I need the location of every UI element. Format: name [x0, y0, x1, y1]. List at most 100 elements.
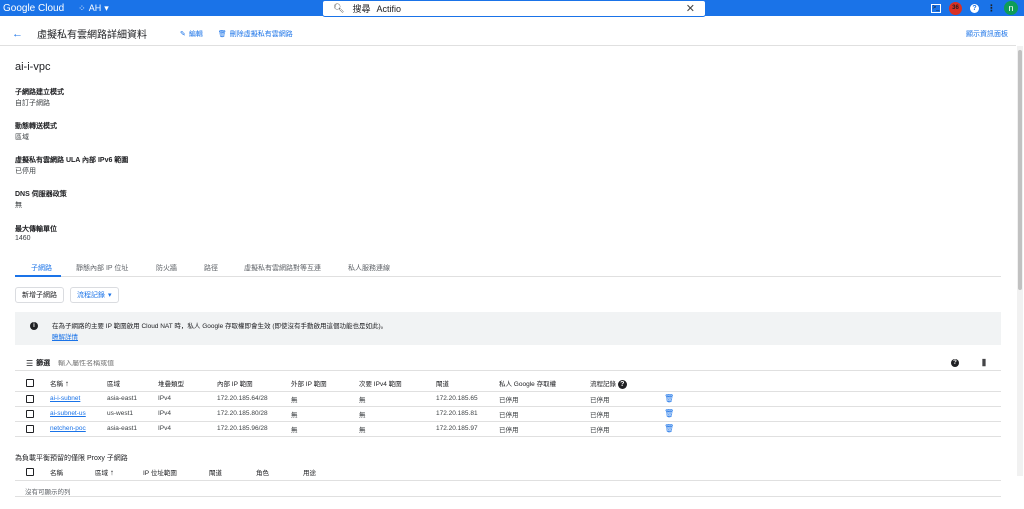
col-header-gateway[interactable]: 閘道	[209, 465, 256, 480]
info-text: 在為子網路的主要 IP 範圍啟用 Cloud NAT 時，私人 Google 存…	[52, 323, 388, 330]
more-vert-icon[interactable]: ⋮	[987, 3, 996, 14]
search-bar[interactable]: 🔍︎ 搜尋 Actifio ✕	[322, 0, 706, 17]
avatar[interactable]: n	[1004, 1, 1018, 15]
help-icon[interactable]: ?	[951, 359, 959, 367]
project-dots-icon: ⁘	[78, 2, 86, 13]
help-icon[interactable]: ?	[970, 3, 979, 13]
close-icon[interactable]: ✕	[686, 2, 695, 15]
learn-more-link[interactable]: 瞭解詳情	[52, 331, 78, 341]
tab-vpc-peering[interactable]: 虛擬私有雲網路對等互連	[244, 263, 321, 273]
search-input[interactable]: Actifio	[376, 4, 401, 14]
col-header-internal-ip[interactable]: 內部 IP 範圍	[217, 376, 291, 391]
cell-pga: 已停用	[499, 396, 519, 404]
edit-label: 編輯	[188, 30, 203, 38]
table-header-row: 名稱 ↑ 區域 堆疊類型 內部 IP 範圍 外部 IP 範圍 次要 IPv4 範…	[15, 376, 1001, 391]
tab-private-service-connection[interactable]: 私人服務連線	[348, 263, 390, 273]
cell-external-ip: 無	[291, 426, 298, 434]
subnet-name-link[interactable]: ai-i-subnet	[50, 395, 80, 402]
project-selector[interactable]: ⁘ AH ▾	[78, 3, 109, 14]
col-header-external-ip[interactable]: 外部 IP 範圍	[291, 376, 359, 391]
page-title: 虛擬私有雲網路詳細資料	[37, 30, 147, 41]
col-header-flow-logs[interactable]: 流程記錄	[590, 381, 616, 388]
tab-firewall[interactable]: 防火牆	[156, 263, 177, 273]
back-arrow-icon[interactable]: ←	[12, 28, 23, 40]
cell-internal-ip: 172.20.185.96/28	[217, 425, 268, 432]
help-icon[interactable]: ?	[617, 379, 627, 389]
filter-label: 篩選	[36, 360, 51, 367]
table-row[interactable]: ai-i-subnet asia-east1 IPv4 172.20.185.6…	[15, 391, 1001, 406]
col-header-name[interactable]: 名稱	[50, 381, 63, 388]
project-name: AH	[88, 3, 102, 13]
delete-icon[interactable]: 🗑︎	[664, 394, 674, 403]
topbar-actions: >_ 36 ? ⋮ n	[931, 0, 1018, 16]
flow-logs-label: 流程記錄	[77, 292, 105, 299]
cell-gateway: 172.20.185.65	[436, 395, 478, 402]
show-info-panel-button[interactable]: 顯示資訊面板	[966, 29, 1008, 39]
divider	[15, 496, 1001, 497]
prop-label-routing-mode: 動態轉送模式	[15, 123, 57, 130]
col-header-private-google-access[interactable]: 私人 Google 存取權	[499, 376, 590, 391]
filter-icon[interactable]: ☰	[26, 359, 33, 368]
brand-logo[interactable]: Google Cloud	[3, 3, 64, 14]
edit-button[interactable]: ✎ 編輯	[180, 29, 203, 39]
info-icon: i	[30, 322, 38, 330]
subnet-name-link[interactable]: ai-subnet-us	[50, 410, 86, 417]
col-header-region[interactable]: 區域	[95, 470, 108, 477]
delete-icon[interactable]: 🗑︎	[664, 409, 674, 418]
scrollbar-thumb[interactable]	[1018, 50, 1022, 290]
sort-arrow-icon[interactable]: ↑	[65, 379, 69, 388]
select-all-checkbox[interactable]	[26, 468, 34, 477]
cell-flow-logs: 已停用	[590, 396, 610, 404]
chevron-down-icon: ▾	[104, 2, 109, 13]
cell-stack: IPv4	[158, 395, 172, 402]
cell-external-ip: 無	[291, 396, 298, 404]
row-checkbox[interactable]	[26, 394, 34, 403]
cell-secondary: 無	[359, 396, 366, 404]
cell-stack: IPv4	[158, 410, 172, 417]
prop-value-routing-mode: 區域	[15, 134, 29, 141]
subnet-name-link[interactable]: netchen-poc	[50, 425, 86, 432]
col-header-secondary-ipv4[interactable]: 次要 IPv4 範圍	[359, 376, 436, 391]
sort-arrow-icon[interactable]: ↑	[110, 468, 114, 477]
row-checkbox[interactable]	[26, 424, 34, 433]
table-row[interactable]: ai-subnet-us us-west1 IPv4 172.20.185.80…	[15, 406, 1001, 421]
col-header-region[interactable]: 區域	[107, 376, 158, 391]
cell-internal-ip: 172.20.185.80/28	[217, 410, 268, 417]
table-header-row: 名稱 區域 ↑ IP 位址範圍 閘道 角色 用途	[15, 465, 1001, 480]
prop-label-ula-ipv6: 虛擬私有雲網路 ULA 內部 IPv6 範圍	[15, 157, 129, 164]
col-header-gateway[interactable]: 閘道	[436, 376, 499, 391]
tab-static-internal-ip[interactable]: 靜態內部 IP 位址	[76, 263, 128, 273]
col-header-role[interactable]: 角色	[256, 465, 303, 480]
row-checkbox[interactable]	[26, 409, 34, 418]
delete-icon[interactable]: 🗑︎	[664, 424, 674, 433]
prop-value-mtu: 1460	[15, 235, 31, 242]
pencil-icon: ✎	[180, 30, 186, 38]
cell-gateway: 172.20.185.97	[436, 425, 478, 432]
column-display-icon[interactable]: ⦀	[982, 358, 986, 369]
tab-bar: 子網路 靜態內部 IP 位址 防火牆 路徑 虛擬私有雲網路對等互連 私人服務連線	[15, 260, 1001, 277]
tab-subnets[interactable]: 子網路	[31, 263, 52, 273]
trash-icon: 🗑︎	[217, 30, 227, 38]
delete-vpc-button[interactable]: 🗑︎ 刪除虛擬私有雲網路	[218, 29, 293, 39]
col-header-ip-range[interactable]: IP 位址範圍	[143, 465, 209, 480]
flow-logs-button[interactable]: 流程記錄 ▾	[70, 287, 119, 303]
prop-label-mtu: 最大傳輸單位	[15, 226, 57, 233]
add-subnet-button[interactable]: 新增子網路	[15, 287, 64, 303]
filter-bar: ☰ 篩選 ? ⦀	[15, 356, 1001, 371]
col-header-name[interactable]: 名稱	[50, 465, 95, 480]
proxy-subnets-table: 名稱 區域 ↑ IP 位址範圍 閘道 角色 用途	[15, 465, 1001, 481]
prop-value-ula-ipv6: 已停用	[15, 168, 36, 175]
notification-badge[interactable]: 36	[949, 1, 962, 15]
col-header-stack-type[interactable]: 堆疊類型	[158, 376, 217, 391]
select-all-checkbox[interactable]	[26, 379, 34, 388]
col-header-purpose[interactable]: 用途	[303, 465, 1001, 480]
cloud-shell-icon[interactable]: >_	[931, 3, 941, 13]
cell-flow-logs: 已停用	[590, 426, 610, 434]
active-tab-indicator	[15, 275, 61, 277]
prop-value-dns-policy: 無	[15, 202, 22, 209]
cell-pga: 已停用	[499, 411, 519, 419]
table-row[interactable]: netchen-poc asia-east1 IPv4 172.20.185.9…	[15, 421, 1001, 436]
filter-input[interactable]	[58, 359, 359, 367]
tab-routes[interactable]: 路徑	[204, 263, 218, 273]
cell-region: us-west1	[107, 410, 134, 417]
